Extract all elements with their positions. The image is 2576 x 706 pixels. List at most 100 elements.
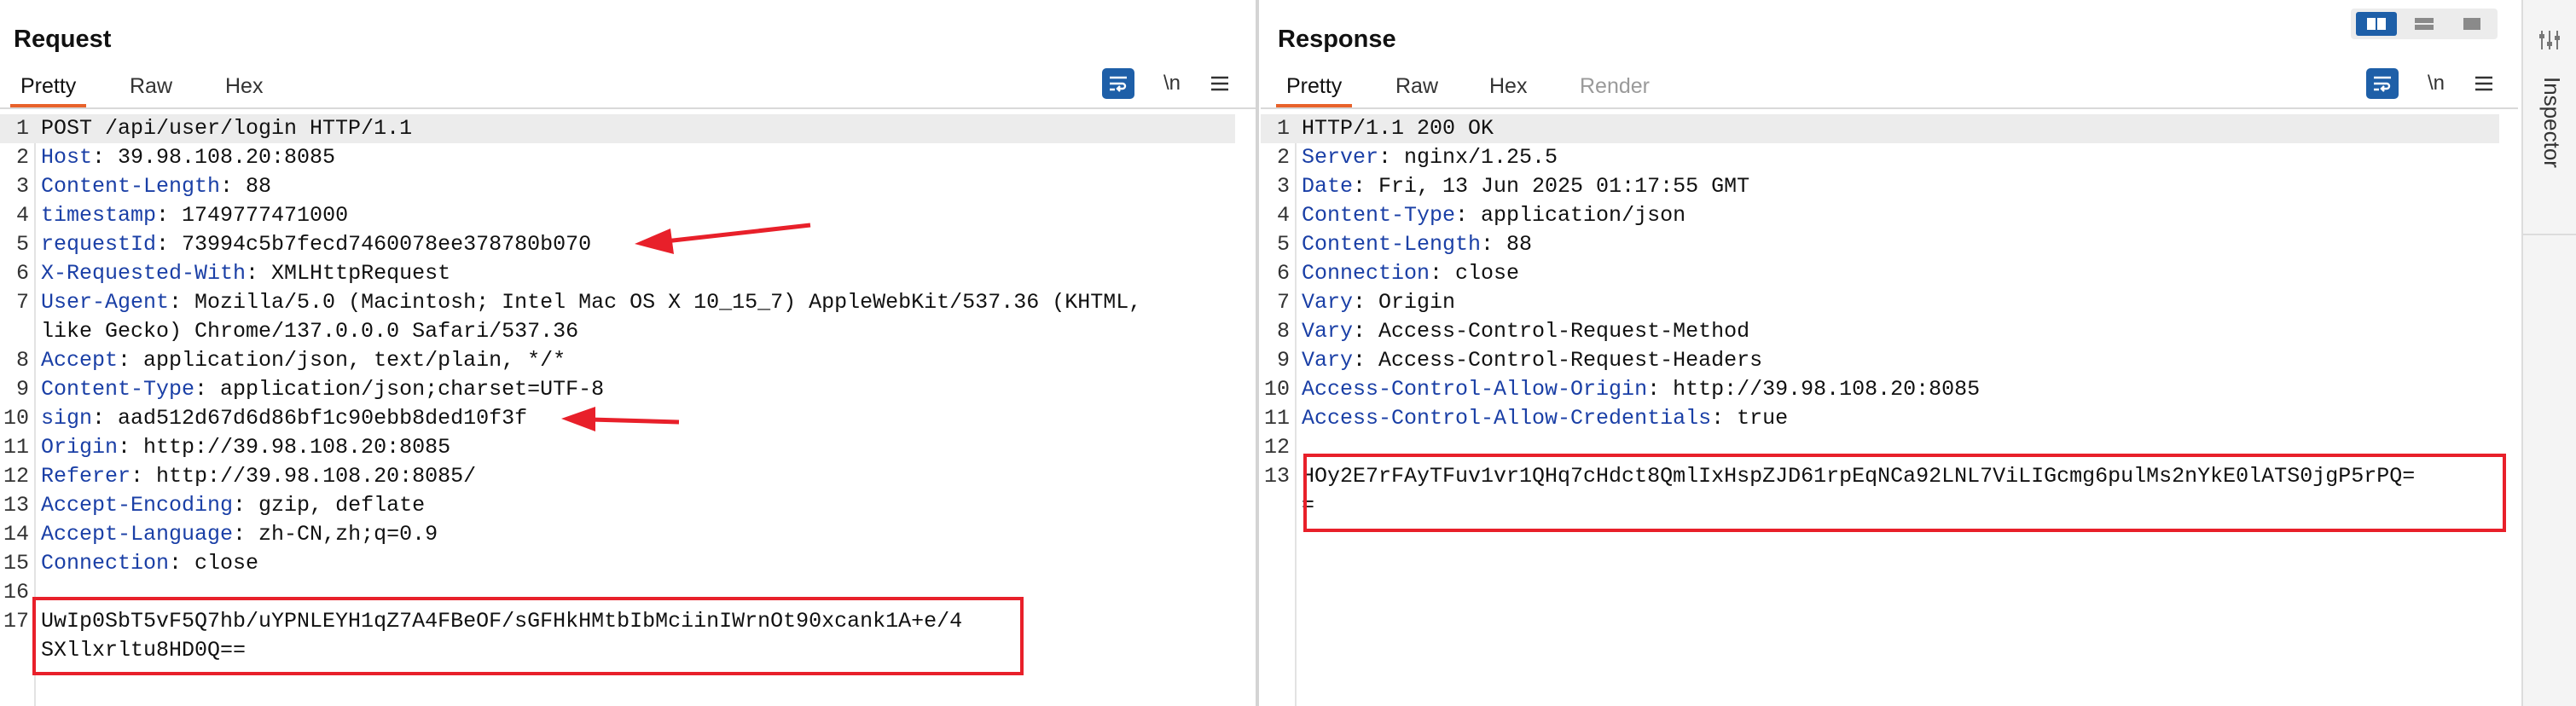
header-name: Connection <box>41 551 170 576</box>
header-name: Date <box>1302 174 1354 199</box>
line-text: User-Agent: Mozilla/5.0 (Macintosh; Inte… <box>41 288 1141 317</box>
request-newline-toggle[interactable]: \n <box>1157 68 1187 99</box>
line-number: 17 <box>3 609 29 634</box>
line-number: 4 <box>15 203 29 228</box>
response-wrap-lines-button[interactable] <box>2366 68 2399 99</box>
arrow-annotation-icon <box>635 223 811 254</box>
line-number: 11 <box>3 435 29 460</box>
line-number: 15 <box>3 551 29 576</box>
menu-icon <box>1211 76 1228 91</box>
layout-rows-button[interactable] <box>2404 12 2445 36</box>
header-value: : Access-Control-Request-Method <box>1353 319 1750 344</box>
line-text: Access-Control-Allow-Credentials: true <box>1302 404 1788 433</box>
line-number: 13 <box>1263 464 1290 489</box>
header-name: Vary <box>1302 319 1354 344</box>
header-name: Content-Length <box>41 174 221 199</box>
wrap-lines-icon <box>2374 76 2391 92</box>
layout-rows-icon <box>2415 18 2434 30</box>
line-number: 2 <box>1276 145 1290 170</box>
header-value: : 88 <box>1481 232 1533 257</box>
line-text: Referer: http://39.98.108.20:8085/ <box>41 462 476 491</box>
line-text: HTTP/1.1 200 OK <box>1302 114 1494 143</box>
request-title: Request <box>14 26 112 53</box>
line-text: Vary: Origin <box>1302 288 1455 317</box>
header-name: sign <box>41 406 93 431</box>
pane-splitter[interactable] <box>1256 0 1259 706</box>
line-text: Date: Fri, 13 Jun 2025 01:17:55 GMT <box>1302 172 1749 201</box>
header-name: Content-Type <box>1302 203 1456 228</box>
request-tab-pretty[interactable]: Pretty <box>9 70 87 107</box>
header-value: : close <box>1430 261 1520 286</box>
header-value: : http://39.98.108.20:8085 <box>1647 377 1981 402</box>
header-name: Referer <box>41 464 131 489</box>
request-tab-raw[interactable]: Raw <box>130 70 172 106</box>
header-name: X-Requested-With <box>41 261 247 286</box>
wrap-lines-icon <box>1110 76 1127 92</box>
layout-toggle-group <box>2351 9 2498 39</box>
line-number: 14 <box>3 522 29 547</box>
inspector-divider <box>2523 234 2576 235</box>
line-text: POST /api/user/login HTTP/1.1 <box>41 114 412 143</box>
header-name: Content-Length <box>1302 232 1482 257</box>
header-value: : 1749777471000 <box>156 203 349 228</box>
inspector-settings-icon <box>2539 31 2560 49</box>
request-tab-hex[interactable]: Hex <box>225 70 263 106</box>
line-text: Vary: Access-Control-Request-Method <box>1302 317 1749 346</box>
line-text: Vary: Access-Control-Request-Headers <box>1302 346 1762 375</box>
response-tab-hex[interactable]: Hex <box>1489 70 1527 106</box>
line-number: 5 <box>15 232 29 257</box>
header-name: Vary <box>1302 290 1354 315</box>
line-text: Accept: application/json, text/plain, */… <box>41 346 566 375</box>
request-wrap-lines-button[interactable] <box>1102 68 1134 99</box>
line-number: 3 <box>1276 174 1290 199</box>
line-number: 9 <box>1276 348 1290 373</box>
header-value: HTTP/1.1 200 OK <box>1302 116 1494 141</box>
line-text: Host: 39.98.108.20:8085 <box>41 143 335 172</box>
line-number: 12 <box>1263 435 1290 460</box>
header-value: : application/json <box>1455 203 1686 228</box>
response-tab-raw[interactable]: Raw <box>1395 70 1438 106</box>
header-name: Accept <box>41 348 119 373</box>
inspector-sidebar[interactable]: Inspector <box>2521 0 2576 706</box>
header-value: : 39.98.108.20:8085 <box>92 145 336 170</box>
line-text: X-Requested-With: XMLHttpRequest <box>41 259 450 288</box>
header-name: requestId <box>41 232 157 257</box>
header-name: Origin <box>41 435 119 460</box>
line-number: 10 <box>1263 377 1290 402</box>
line-text: Content-Type: application/json <box>1302 201 1685 230</box>
request-menu-button[interactable] <box>1204 68 1235 99</box>
layout-tabs-button[interactable] <box>2451 12 2492 36</box>
line-text: requestId: 73994c5b7fecd7460078ee378780b… <box>41 230 591 259</box>
response-newline-toggle[interactable]: \n <box>2421 68 2451 99</box>
header-name: Host <box>41 145 93 170</box>
response-tab-pretty[interactable]: Pretty <box>1275 70 1353 107</box>
header-value: : application/json, text/plain, */* <box>118 348 566 373</box>
response-pane: Response Pretty Raw Hex Render \n 1 HTTP/… <box>1261 0 2518 706</box>
line-number: 2 <box>15 145 29 170</box>
header-value: : nginx/1.25.5 <box>1378 145 1558 170</box>
header-value: : http://39.98.108.20:8085/ <box>131 464 477 489</box>
header-value: : gzip, deflate <box>233 493 426 518</box>
header-name: Connection <box>1302 261 1430 286</box>
line-number: 3 <box>15 174 29 199</box>
header-value: like Gecko) Chrome/137.0.0.0 Safari/537.… <box>41 319 579 344</box>
header-value: : zh-CN,zh;q=0.9 <box>233 522 438 547</box>
header-value: : true <box>1711 406 1789 431</box>
header-name: User-Agent <box>41 290 170 315</box>
layout-columns-icon <box>2367 18 2386 30</box>
line-number: 16 <box>3 580 29 605</box>
line-text: Access-Control-Allow-Origin: http://39.9… <box>1302 375 1980 404</box>
inspector-label: Inspector <box>2539 77 2565 168</box>
response-menu-button[interactable] <box>2469 68 2499 99</box>
line-text: Connection: close <box>41 549 258 578</box>
line-number: 7 <box>15 290 29 315</box>
response-tab-render[interactable]: Render <box>1580 70 1650 106</box>
header-value: : Origin <box>1353 290 1456 315</box>
response-editor[interactable]: 1 HTTP/1.1 200 OK 2 Server: nginx/1.25.5 3 Da… <box>1261 114 2518 706</box>
line-text: Content-Length: 88 <box>41 172 271 201</box>
layout-columns-button[interactable] <box>2356 12 2397 36</box>
line-number: 10 <box>3 406 29 431</box>
response-line: 1 HTTP/1.1 200 OK <box>1261 114 2499 143</box>
header-value: : http://39.98.108.20:8085 <box>118 435 451 460</box>
line-text: Content-Length: 88 <box>1302 230 1532 259</box>
